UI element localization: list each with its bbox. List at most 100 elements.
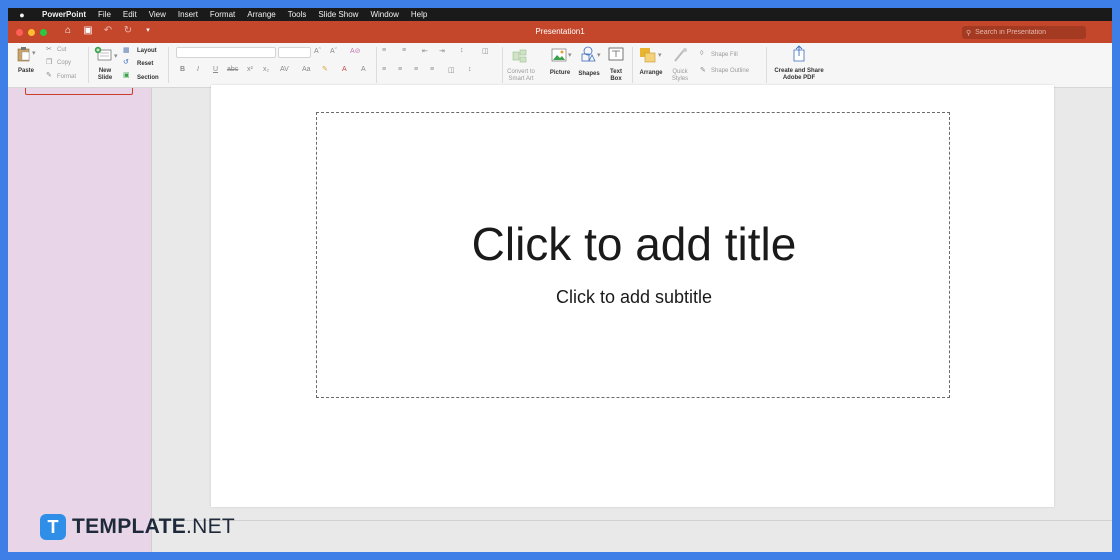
apple-menu-icon[interactable]: ● bbox=[8, 10, 36, 20]
menu-help[interactable]: Help bbox=[405, 10, 433, 19]
paste-options-chevron-icon[interactable]: ▾ bbox=[32, 49, 36, 57]
copy-label[interactable]: Copy bbox=[57, 60, 71, 67]
create-pdf-label-line2[interactable]: Adobe PDF bbox=[768, 75, 830, 82]
reset-icon[interactable]: ↺ bbox=[123, 58, 129, 66]
menu-arrange[interactable]: Arrange bbox=[241, 10, 281, 19]
layout-icon[interactable]: ▦ bbox=[123, 46, 130, 54]
copy-icon[interactable]: ❐ bbox=[46, 58, 52, 66]
new-slide-icon[interactable] bbox=[94, 46, 112, 63]
search-box[interactable]: ⚲ bbox=[962, 26, 1086, 39]
bullets-icon[interactable]: ≡ bbox=[382, 47, 386, 54]
slide-thumbnail-pane[interactable] bbox=[8, 88, 152, 552]
notes-pane[interactable] bbox=[153, 520, 1112, 552]
menu-view[interactable]: View bbox=[143, 10, 172, 19]
increase-indent-icon[interactable]: ⇥ bbox=[439, 47, 445, 55]
font-name-dropdown[interactable] bbox=[176, 47, 276, 58]
arrange-chevron-icon[interactable]: ▾ bbox=[658, 51, 662, 59]
menu-file[interactable]: File bbox=[92, 10, 117, 19]
title-bar: ⌂ ▣ ↶ ↻ ▾ Presentation1 ⚲ bbox=[8, 21, 1112, 43]
template-net-brand: TEMPLATE.NET bbox=[72, 515, 235, 539]
text-box-label-line2: Box bbox=[610, 76, 622, 82]
section-button[interactable]: Section bbox=[137, 75, 159, 82]
text-effects-icon[interactable]: A bbox=[361, 66, 366, 73]
selected-slide-thumbnail[interactable] bbox=[25, 88, 133, 95]
align-left-icon[interactable]: ≡ bbox=[382, 66, 386, 73]
format-painter-label[interactable]: Format bbox=[57, 74, 76, 81]
cut-icon[interactable]: ✂ bbox=[46, 45, 52, 53]
ribbon-divider bbox=[632, 47, 633, 83]
quick-styles-icon[interactable] bbox=[672, 47, 688, 63]
shape-outline-icon[interactable]: ✎ bbox=[700, 66, 706, 74]
convert-smartart-line2[interactable]: Smart Art bbox=[501, 76, 541, 83]
paste-label: Paste bbox=[17, 68, 34, 74]
new-slide-label-line1: New bbox=[98, 68, 112, 74]
shape-fill-button[interactable]: Shape Fill bbox=[711, 52, 738, 59]
shapes-chevron-icon[interactable]: ▾ bbox=[597, 51, 601, 59]
decrease-font-icon[interactable]: Aˇ bbox=[330, 48, 337, 55]
quick-styles-line1[interactable]: Quick bbox=[666, 69, 694, 76]
arrange-label: Arrange bbox=[639, 70, 663, 76]
quick-styles-line2[interactable]: Styles bbox=[666, 76, 694, 83]
new-slide-label-line2: Slide bbox=[97, 75, 113, 81]
template-net-logo: T bbox=[40, 514, 66, 540]
menu-slide-show[interactable]: Slide Show bbox=[312, 10, 364, 19]
menu-insert[interactable]: Insert bbox=[172, 10, 204, 19]
align-text-icon[interactable]: ↕ bbox=[468, 66, 472, 73]
decrease-indent-icon[interactable]: ⇤ bbox=[422, 47, 428, 55]
superscript-icon[interactable]: x² bbox=[247, 66, 253, 73]
shape-outline-button[interactable]: Shape Outline bbox=[711, 68, 749, 75]
line-spacing-icon[interactable]: ↕ bbox=[460, 47, 464, 54]
columns-icon[interactable]: ◫ bbox=[482, 47, 489, 55]
subtitle-placeholder[interactable]: Click to add subtitle bbox=[317, 287, 951, 308]
title-placeholder-box[interactable]: Click to add title Click to add subtitle bbox=[316, 112, 950, 398]
smartart-icon[interactable] bbox=[512, 49, 532, 63]
format-painter-icon[interactable]: ✎ bbox=[46, 71, 52, 79]
menu-format[interactable]: Format bbox=[204, 10, 241, 19]
strikethrough-icon[interactable]: abc bbox=[227, 66, 238, 73]
shapes-icon[interactable] bbox=[579, 45, 597, 63]
picture-icon[interactable] bbox=[551, 47, 567, 63]
brand-tld: .NET bbox=[186, 515, 236, 538]
new-slide-chevron-icon[interactable]: ▾ bbox=[114, 52, 118, 60]
font-color-icon[interactable]: A bbox=[342, 66, 347, 73]
ribbon-divider bbox=[766, 47, 767, 83]
menu-window[interactable]: Window bbox=[364, 10, 404, 19]
reset-button[interactable]: Reset bbox=[137, 61, 153, 68]
highlight-color-icon[interactable]: ✎ bbox=[322, 65, 328, 73]
document-title: Presentation1 bbox=[535, 27, 585, 36]
bold-icon[interactable]: B bbox=[180, 66, 185, 73]
title-placeholder[interactable]: Click to add title bbox=[317, 217, 951, 271]
ribbon-home: ▾ Paste ✂ Cut ❐ Copy ✎ Format ▾ New Slid… bbox=[8, 43, 1112, 88]
arrange-icon[interactable] bbox=[639, 47, 657, 63]
align-right-icon[interactable]: ≡ bbox=[414, 66, 418, 73]
paste-icon[interactable] bbox=[17, 46, 31, 62]
menu-edit[interactable]: Edit bbox=[117, 10, 143, 19]
text-box-icon[interactable] bbox=[608, 47, 624, 61]
slide-canvas[interactable]: Click to add title Click to add subtitle bbox=[211, 85, 1054, 507]
change-case-icon[interactable]: Aa bbox=[302, 66, 311, 73]
menu-tools[interactable]: Tools bbox=[282, 10, 313, 19]
font-size-dropdown[interactable] bbox=[278, 47, 311, 58]
italic-icon[interactable]: I bbox=[197, 66, 199, 73]
create-pdf-label-line1[interactable]: Create and Share bbox=[768, 68, 830, 75]
subscript-icon[interactable]: x₂ bbox=[263, 66, 269, 73]
numbering-icon[interactable]: ≡ bbox=[402, 47, 406, 54]
increase-font-icon[interactable]: Aˆ bbox=[314, 48, 321, 55]
search-input[interactable] bbox=[975, 29, 1076, 36]
clear-formatting-icon[interactable]: A⊘ bbox=[350, 47, 361, 55]
share-pdf-icon[interactable] bbox=[791, 45, 807, 63]
picture-chevron-icon[interactable]: ▾ bbox=[568, 51, 572, 59]
character-spacing-icon[interactable]: AV bbox=[280, 66, 289, 73]
shape-fill-icon[interactable]: ◊ bbox=[700, 50, 703, 57]
convert-smartart-line1[interactable]: Convert to bbox=[501, 69, 541, 76]
cut-label[interactable]: Cut bbox=[57, 47, 66, 54]
app-window: ● PowerPoint File Edit View Insert Forma… bbox=[8, 8, 1112, 552]
layout-button[interactable]: Layout bbox=[137, 48, 157, 55]
section-icon[interactable]: ▣ bbox=[123, 71, 130, 79]
menu-powerpoint[interactable]: PowerPoint bbox=[36, 10, 92, 19]
align-center-icon[interactable]: ≡ bbox=[398, 66, 402, 73]
text-direction-icon[interactable]: ◫ bbox=[448, 66, 455, 74]
picture-label: Picture bbox=[549, 70, 571, 76]
justify-icon[interactable]: ≡ bbox=[430, 66, 434, 73]
underline-icon[interactable]: U bbox=[213, 66, 218, 73]
